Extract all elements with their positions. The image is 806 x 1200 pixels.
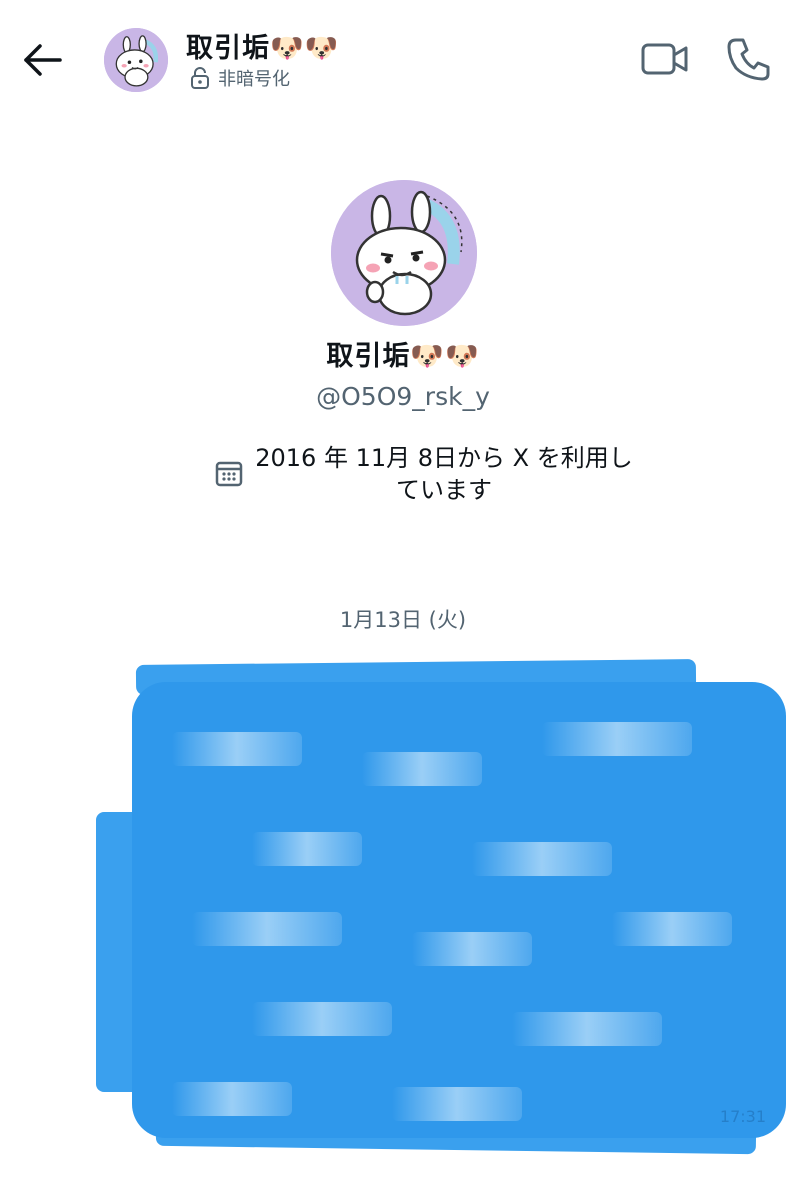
video-camera-icon	[641, 43, 688, 75]
header-title[interactable]: 取引垢🐶🐶	[186, 26, 339, 65]
arrow-left-icon	[24, 44, 62, 76]
unlock-icon	[191, 67, 209, 89]
video-call-button[interactable]	[640, 40, 690, 78]
header-avatar[interactable]	[104, 28, 168, 92]
message-bubble[interactable]: 17:31	[132, 682, 786, 1138]
dm-conversation-screen: 取引垢🐶🐶 非暗号化 取引垢🐶🐶 @O5O9_rsk_y 2016 年 11月 …	[0, 0, 806, 1200]
bunny-avatar-image	[104, 28, 168, 92]
bunny-avatar-image	[331, 180, 477, 326]
conversation-header: 取引垢🐶🐶 非暗号化	[0, 0, 806, 112]
calendar-icon	[215, 461, 243, 487]
joined-date-text: 2016 年 11月 8日から X を利用しています	[255, 444, 633, 504]
message-timestamp: 17:31	[719, 1107, 766, 1126]
voice-call-button[interactable]	[726, 36, 772, 82]
joined-date-info: 2016 年 11月 8日から X を利用しています	[214, 442, 634, 512]
profile-name[interactable]: 取引垢🐶🐶	[0, 334, 806, 373]
date-separator: 1月13日 (火)	[339, 608, 467, 632]
encryption-status: 非暗号化	[190, 64, 290, 92]
profile-avatar[interactable]	[331, 180, 477, 326]
encryption-label: 非暗号化	[218, 69, 290, 90]
message-bubble-redacted[interactable]: 17:31	[96, 659, 800, 1155]
profile-handle[interactable]: @O5O9_rsk_y	[0, 382, 806, 411]
back-button[interactable]	[18, 36, 66, 84]
phone-icon	[727, 38, 770, 81]
